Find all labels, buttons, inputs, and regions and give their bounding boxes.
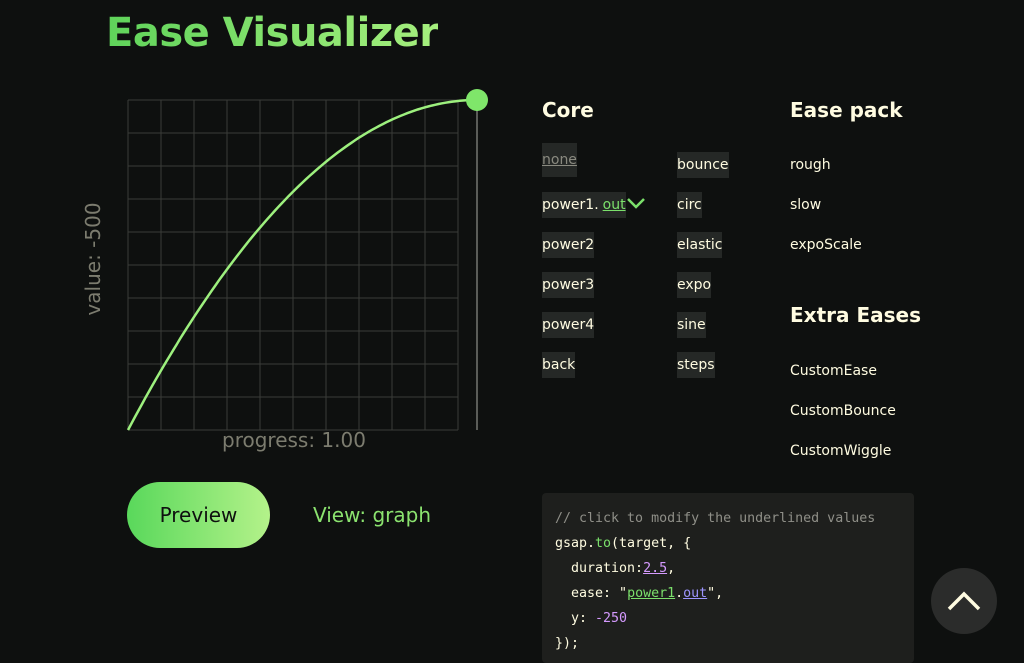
chevron-up-icon [947,591,981,611]
ease-elastic[interactable]: elastic [677,232,723,258]
x-axis-label: progress: 1.00 [222,428,366,452]
code-gsap: gsap. [555,536,596,551]
ease-power3[interactable]: power3 [542,272,595,298]
view-toggle[interactable]: View: graph [313,503,431,527]
ease-power2[interactable]: power2 [542,232,595,258]
ease-sine[interactable]: sine [677,312,706,338]
ease-customwiggle[interactable]: CustomWiggle [790,438,891,464]
ease-exposcale[interactable]: expoScale [790,232,862,258]
ease-custombounce[interactable]: CustomBounce [790,398,896,424]
ease-expo[interactable]: expo [677,272,712,298]
ease-rough[interactable]: rough [790,152,831,178]
code-close: }); [555,636,580,651]
code-duration-key: duration: [555,561,644,576]
code-y-key: y: [555,611,596,626]
graph-canvas [126,89,488,431]
ease-slow[interactable]: slow [790,192,821,218]
ease-power1-dot: . [594,197,599,213]
extra-eases-heading: Extra Eases [790,303,921,327]
code-ease-key: ease: " [555,586,628,601]
y-axis-label: value: -500 [81,202,105,316]
ease-power4[interactable]: power4 [542,312,595,338]
code-comment: // click to modify the underlined values [555,511,876,526]
scroll-top-button[interactable] [931,568,997,634]
code-duration-value[interactable]: 2.5 [643,561,667,576]
code-snippet: // click to modify the underlined values… [542,493,914,663]
progress-handle [466,89,488,111]
code-ease-type[interactable]: out [683,586,707,601]
code-line-duration: duration:2.5, [555,561,675,576]
code-ease-name[interactable]: power1 [627,586,675,601]
ease-none[interactable]: none [542,143,577,177]
graph-grid [127,99,459,431]
code-ease-dot: . [675,586,684,601]
ease-graph: value: -500 progress: 1.00 [0,0,520,470]
ease-power1-label: power1 [542,197,595,213]
code-ease-close: ", [707,586,724,601]
ease-circ[interactable]: circ [677,192,702,218]
code-line-ease: ease: "power1.out", [555,586,723,601]
ease-customease[interactable]: CustomEase [790,358,877,384]
ease-pack-heading: Ease pack [790,98,903,122]
code-line-y: y: -250 [555,611,627,626]
chevron-down-icon[interactable] [626,196,646,210]
code-method: to [595,536,612,551]
code-y-value: -250 [595,611,628,626]
ease-power1[interactable]: power1. out [542,192,626,218]
preview-button[interactable]: Preview [127,482,270,548]
code-args: (target, { [611,536,692,551]
core-heading: Core [542,98,594,122]
ease-power1-type[interactable]: out [599,197,626,213]
ease-steps[interactable]: steps [677,352,715,378]
code-duration-comma: , [667,561,676,576]
code-line-call: gsap.to(target, { [555,536,691,551]
ease-back[interactable]: back [542,352,576,378]
ease-bounce[interactable]: bounce [677,152,729,178]
